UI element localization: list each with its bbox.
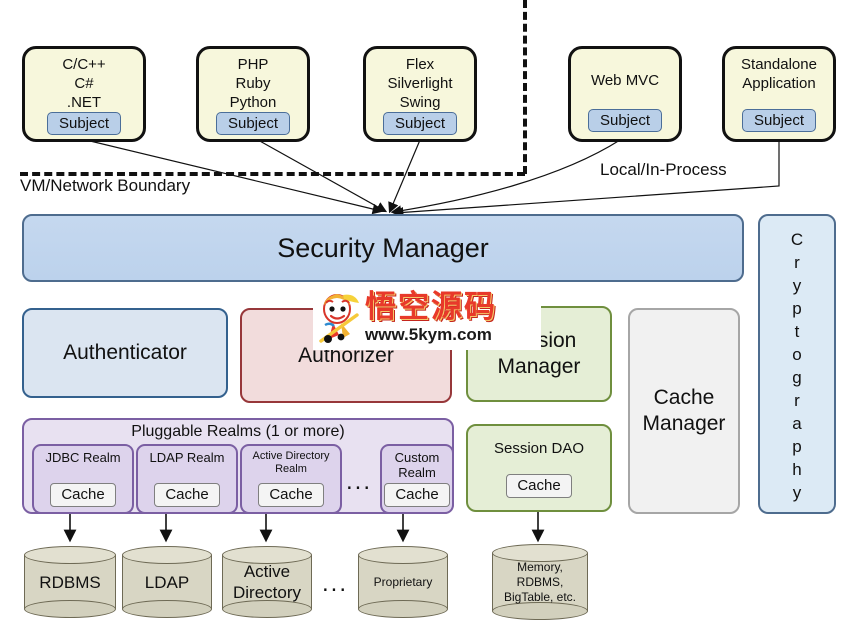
security-manager-label: Security Manager: [277, 232, 489, 263]
vm-boundary-label: VM/Network Boundary: [20, 176, 191, 195]
component-label: Authenticator: [63, 341, 187, 364]
watermark-brand: 悟空源码: [365, 288, 497, 325]
watermark-overlay: 悟空源码 www.5kym.com: [313, 283, 541, 350]
realm-ldap[interactable]: LDAP Realm Cache: [136, 444, 238, 514]
realm-name-line1: Custom: [394, 450, 440, 465]
subject-badge[interactable]: Subject: [215, 112, 291, 135]
datastore-proprietary[interactable]: Proprietary: [358, 546, 448, 618]
crypto-letter: o: [792, 345, 802, 364]
crypto-letter: r: [794, 391, 800, 410]
client-tech-label: Ruby: [235, 75, 271, 92]
datastore-label: RDBMS: [39, 572, 101, 592]
cache-badge[interactable]: Cache: [258, 483, 324, 507]
pluggable-realms-title: Pluggable Realms (1 or more): [131, 423, 345, 440]
vm-boundary-vertical: [523, 0, 527, 174]
session-dao-label: Session DAO: [493, 440, 585, 457]
datastore-label: Proprietary: [373, 574, 433, 589]
cryptography-column[interactable]: C r y p t o g r a p h y: [758, 214, 836, 514]
subject-badge[interactable]: Subject: [741, 109, 817, 132]
realm-jdbc[interactable]: JDBC Realm Cache: [32, 444, 134, 514]
client-tech-label: .NET: [66, 94, 102, 111]
client-tech-label: PHP: [237, 56, 269, 73]
client-tech-label: Flex: [405, 56, 435, 73]
crypto-letter: h: [792, 460, 802, 479]
datastore-label: LDAP: [144, 572, 190, 592]
datastore-label: Active Directory: [232, 562, 301, 602]
diagram-canvas: VM/Network Boundary Local/In-Process C/C…: [0, 0, 852, 635]
watermark-text: 悟空源码 www.5kym.com: [365, 290, 497, 344]
cache-badge[interactable]: Cache: [384, 483, 450, 507]
crypto-letter: t: [794, 322, 800, 341]
realm-name-line2: Realm: [275, 463, 307, 475]
realm-name-line1: Active Directory: [252, 450, 330, 462]
realm-name-line2: Realm: [398, 465, 436, 480]
datastore-ldap[interactable]: LDAP: [122, 546, 212, 618]
component-label-line2: Manager: [642, 412, 726, 435]
datastore-label: Memory, RDBMS, BigTable, etc.: [503, 559, 577, 604]
component-label-line2: Manager: [497, 355, 581, 378]
subject-badge[interactable]: Subject: [382, 112, 458, 135]
monkey-king-logo-icon: [317, 289, 363, 345]
watermark-url: www.5kym.com: [365, 324, 492, 344]
datastores-ellipsis: ...: [322, 570, 349, 597]
crypto-letter: a: [792, 414, 802, 433]
client-box-scripting[interactable]: PHP Ruby Python Subject: [196, 46, 310, 142]
client-tech-label: Silverlight: [387, 75, 453, 92]
component-label-line1: Cache: [653, 386, 715, 409]
client-tech-label: C#: [74, 75, 94, 92]
realm-name: LDAP Realm: [149, 450, 225, 465]
crypto-letter: y: [792, 276, 802, 295]
security-manager-bar[interactable]: Security Manager: [22, 214, 744, 282]
local-boundary-label: Local/In-Process: [600, 160, 727, 179]
crypto-letter: g: [792, 368, 802, 387]
datastore-rdbms[interactable]: RDBMS: [24, 546, 116, 618]
datastore-session-store[interactable]: Memory, RDBMS, BigTable, etc.: [492, 544, 588, 620]
cache-badge[interactable]: Cache: [154, 483, 220, 507]
session-dao-box[interactable]: Session DAO Cache: [466, 424, 612, 512]
subject-badge[interactable]: Subject: [587, 109, 663, 132]
realm-name: JDBC Realm: [45, 450, 121, 465]
client-tech-label: Application: [742, 75, 816, 92]
crypto-letter: y: [792, 483, 802, 502]
crypto-letter: p: [792, 299, 802, 318]
component-cache-manager[interactable]: Cache Manager: [628, 308, 740, 514]
client-tech-label: Python: [229, 94, 277, 111]
subject-badge[interactable]: Subject: [46, 112, 122, 135]
pluggable-realms-container: Pluggable Realms (1 or more) JDBC Realm …: [22, 418, 454, 514]
client-tech-label: C/C++: [62, 56, 106, 73]
client-box-standalone[interactable]: Standalone Application Subject: [722, 46, 836, 142]
crypto-letter: p: [792, 437, 802, 456]
datastore-active-directory[interactable]: Active Directory: [222, 546, 312, 618]
client-box-native[interactable]: C/C++ C# .NET Subject: [22, 46, 146, 142]
realm-active-directory[interactable]: Active Directory Realm Cache: [240, 444, 342, 514]
client-box-rich-client[interactable]: Flex Silverlight Swing Subject: [363, 46, 477, 142]
realm-custom[interactable]: Custom Realm Cache: [380, 444, 454, 514]
client-tech-label: Standalone: [741, 56, 817, 73]
cache-badge[interactable]: Cache: [50, 483, 116, 507]
component-authenticator[interactable]: Authenticator: [22, 308, 228, 398]
crypto-letter: r: [794, 253, 800, 272]
crypto-letter: C: [790, 230, 804, 249]
cache-badge[interactable]: Cache: [506, 474, 572, 498]
client-tech-label: Swing: [399, 94, 441, 111]
realms-ellipsis: ...: [346, 468, 373, 495]
client-tech-label: Web MVC: [590, 72, 660, 89]
client-box-web-mvc[interactable]: Web MVC Subject: [568, 46, 682, 142]
